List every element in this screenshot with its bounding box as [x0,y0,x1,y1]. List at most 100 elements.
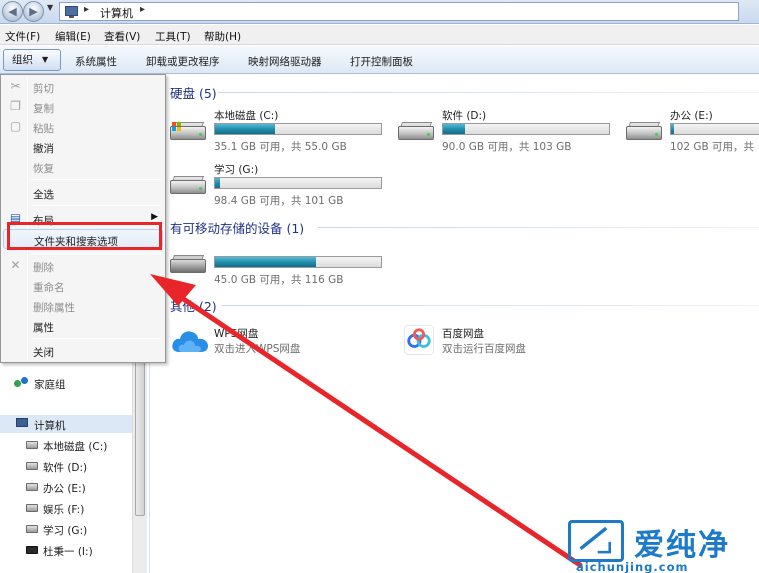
menu-separator [31,179,161,180]
app-tile-wps[interactable]: WPS网盘 双击进入WPS网盘 [166,325,366,365]
menu-file[interactable]: 文件(F) [5,29,40,44]
back-button[interactable]: ◀ [2,1,23,22]
computer-icon [16,418,28,427]
open-control-panel-button[interactable]: 打开控制面板 [350,54,413,69]
menu-view[interactable]: 查看(V) [104,29,140,44]
section-divider [222,305,759,306]
nav-homegroup[interactable]: 家庭组 [0,374,132,392]
baidu-netdisk-icon [404,325,434,355]
system-properties-button[interactable]: 系统属性 [75,54,117,69]
drive-capacity: 45.0 GB 可用，共 116 GB [214,274,344,286]
drive-usage-bar [670,123,759,135]
app-description: 双击运行百度网盘 [442,343,526,355]
watermark-url: aichunjing.com [576,560,689,573]
drive-tile-e[interactable]: 办公 (E:) 102 GB 可用，共 [622,108,759,156]
drive-name: 软件 (D:) [442,110,487,122]
system-drive-icon [170,122,206,142]
menu-item-select-all[interactable]: 全选 [3,183,163,203]
menu-item-label: 恢复 [33,163,54,175]
menu-item-label: 粘贴 [33,123,54,135]
scissors-icon: ✂ [10,79,21,93]
nav-drive-g[interactable]: 学习 (G:) [0,520,132,538]
menu-item-label: 撤消 [33,143,54,155]
drive-name: 学习 (G:) [214,164,259,176]
menu-separator [31,253,161,254]
drive-tile-c[interactable]: 本地磁盘 (C:) 35.1 GB 可用，共 55.0 GB [166,108,391,156]
menu-item-label: 重命名 [33,282,65,294]
menu-item-redo[interactable]: 恢复 [3,157,163,177]
watermark-text: 爱纯净 [634,528,730,563]
menu-item-copy[interactable]: ❐ 复制 [3,97,163,117]
breadcrumb-separator[interactable]: ▸ [84,4,89,15]
section-header-removable[interactable]: 有可移动存储的设备 (1) [170,218,304,237]
menu-item-label: 全选 [33,189,54,201]
address-input[interactable]: ▸ 计算机 ▸ [59,2,739,21]
nav-computer[interactable]: 计算机 [0,415,132,433]
map-network-drive-button[interactable]: 映射网络驱动器 [248,54,322,69]
section-header-other[interactable]: 其他 (2) [170,296,217,315]
section-divider [218,92,759,93]
breadcrumb-computer[interactable]: 计算机 [100,5,133,21]
command-bar: 组织 ▼ 系统属性 卸载或更改程序 映射网络驱动器 打开控制面板 [0,46,759,74]
nav-drive-label: 本地磁盘 (C:) [43,441,108,453]
menu-item-undo[interactable]: 撤消 [3,137,163,157]
section-header-hard-disks[interactable]: 硬盘 (5) [170,83,217,102]
menu-item-label: 关闭 [33,347,54,359]
menu-item-paste[interactable]: ▢ 粘贴 [3,117,163,137]
menu-item-cut[interactable]: ✂ 剪切 [3,77,163,97]
nav-homegroup-label: 家庭组 [34,379,66,391]
app-title: 百度网盘 [442,328,484,340]
menu-item-close[interactable]: 关闭 [3,341,163,361]
drive-capacity: 90.0 GB 可用，共 103 GB [442,141,572,153]
watermark-logo-icon [568,520,624,562]
drive-capacity: 35.1 GB 可用，共 55.0 GB [214,141,347,153]
hard-drive-icon [170,176,206,196]
section-divider [318,227,759,228]
drive-capacity: 98.4 GB 可用，共 101 GB [214,195,344,207]
menu-item-delete[interactable]: ✕ 删除 [3,256,163,276]
app-tile-baidu[interactable]: 百度网盘 双击运行百度网盘 [394,325,594,365]
nav-drive-label: 娱乐 (F:) [43,504,85,516]
nav-drive-c[interactable]: 本地磁盘 (C:) [0,436,132,454]
hard-drive-icon [26,504,38,512]
nav-drive-f[interactable]: 娱乐 (F:) [0,499,132,517]
nav-drive-i[interactable]: 杜秉一 (I:) [0,541,132,559]
usb-drive-icon [170,255,206,275]
drive-tile-d[interactable]: 软件 (D:) 90.0 GB 可用，共 103 GB [394,108,619,156]
recent-pages-dropdown-icon[interactable]: ▼ [47,3,53,12]
menu-help[interactable]: 帮助(H) [204,29,241,44]
hard-drive-icon [26,483,38,491]
copy-icon: ❐ [10,99,21,113]
uninstall-program-button[interactable]: 卸载或更改程序 [146,54,220,69]
menu-separator [31,338,161,339]
nav-drive-e[interactable]: 办公 (E:) [0,478,132,496]
drive-name: 办公 (E:) [670,110,713,122]
menu-item-remove-properties[interactable]: 删除属性 [3,296,163,316]
address-bar: ◀ ▶ ▼ ▸ 计算机 ▸ [0,0,759,24]
menu-item-label: 剪切 [33,83,54,95]
menu-item-properties[interactable]: 属性 [3,316,163,336]
drive-tile-g[interactable]: 学习 (G:) 98.4 GB 可用，共 101 GB [166,162,391,210]
paste-icon: ▢ [9,119,22,133]
menu-edit[interactable]: 编辑(E) [55,29,91,44]
forward-button[interactable]: ▶ [23,1,44,22]
menu-item-rename[interactable]: 重命名 [3,276,163,296]
drive-tile-usb[interactable]: 45.0 GB 可用，共 116 GB [166,241,391,289]
watermark: 爱纯净 aichunjing.com [568,520,759,573]
drive-usage-bar [442,123,610,135]
organize-label: 组织 [12,54,33,66]
submenu-arrow-icon: ▶ [151,212,158,222]
homegroup-icon [14,377,30,389]
cloud-icon [172,331,208,352]
organize-button[interactable]: 组织 ▼ [3,49,61,71]
hard-drive-icon [398,122,434,142]
nav-drive-d[interactable]: 软件 (D:) [0,457,132,475]
computer-icon [65,6,78,18]
drive-capacity: 102 GB 可用，共 [670,141,755,153]
app-description: 双击进入WPS网盘 [214,343,301,355]
breadcrumb-separator[interactable]: ▸ [140,4,145,15]
menu-tools[interactable]: 工具(T) [155,29,191,44]
chevron-down-icon: ▼ [42,55,49,64]
menu-item-label: 删除 [33,262,54,274]
menu-separator [31,205,161,206]
